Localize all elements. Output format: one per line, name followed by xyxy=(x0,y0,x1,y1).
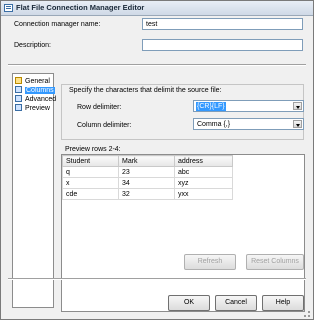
table-row: x 34 xyz xyxy=(62,177,233,189)
dialog-client: Connection manager name: test Descriptio… xyxy=(2,16,312,319)
nav-item-general[interactable]: General xyxy=(15,77,53,86)
general-page-icon xyxy=(15,77,22,84)
column-header[interactable]: Student xyxy=(62,155,119,167)
column-delimiter-select[interactable]: Comma {,} xyxy=(193,118,304,130)
table-cell[interactable]: 32 xyxy=(118,188,175,200)
dialog-window: Flat File Connection Manager Editor Conn… xyxy=(0,0,314,320)
connection-manager-icon xyxy=(4,4,13,12)
delimiter-group-caption: Specify the characters that delimit the … xyxy=(67,87,224,94)
divider xyxy=(8,64,306,66)
page-nav-list: General Columns Advanced Preview xyxy=(12,73,56,308)
table-cell[interactable]: x xyxy=(62,177,119,189)
advanced-page-icon xyxy=(15,95,22,102)
name-label: Connection manager name: xyxy=(14,21,101,28)
preview-grid[interactable]: Student Mark address q 23 abc x 34 xyz c… xyxy=(61,154,305,312)
row-delimiter-select[interactable]: {CR}{LF} xyxy=(193,100,304,112)
chevron-down-icon xyxy=(296,106,300,109)
table-cell[interactable]: 23 xyxy=(118,166,175,178)
columns-page-icon xyxy=(15,86,22,93)
help-button[interactable]: Help xyxy=(262,295,304,311)
nav-item-advanced[interactable]: Advanced xyxy=(15,95,56,104)
name-field[interactable]: test xyxy=(142,18,303,30)
title-bar[interactable]: Flat File Connection Manager Editor xyxy=(1,1,313,16)
table-cell[interactable]: xyz xyxy=(174,177,233,189)
nav-item-columns[interactable]: Columns xyxy=(15,86,55,95)
column-delimiter-dropdown-button[interactable] xyxy=(293,120,302,128)
column-header[interactable]: address xyxy=(174,155,233,167)
header-row: Student Mark address xyxy=(62,155,233,167)
row-delimiter-label: Row delimiter: xyxy=(77,104,122,111)
column-delimiter-label: Column delimiter: xyxy=(77,122,132,129)
row-delimiter-value: {CR}{LF} xyxy=(196,102,226,111)
window-title: Flat File Connection Manager Editor xyxy=(16,3,145,12)
table-cell[interactable]: 34 xyxy=(118,177,175,189)
preview-page-icon xyxy=(15,104,22,111)
table-cell[interactable]: cde xyxy=(62,188,119,200)
column-header[interactable]: Mark xyxy=(118,155,175,167)
row-delimiter-dropdown-button[interactable] xyxy=(293,102,302,110)
resize-grip[interactable] xyxy=(304,311,310,317)
ok-button[interactable]: OK xyxy=(168,295,210,311)
table-cell[interactable]: yxx xyxy=(174,188,233,200)
chevron-down-icon xyxy=(296,124,300,127)
refresh-button[interactable]: Refresh xyxy=(184,254,236,270)
table-cell[interactable]: q xyxy=(62,166,119,178)
description-field[interactable] xyxy=(142,39,303,51)
divider xyxy=(8,278,306,280)
table-row: cde 32 yxx xyxy=(62,188,233,200)
nav-item-preview[interactable]: Preview xyxy=(15,104,53,113)
cancel-button[interactable]: Cancel xyxy=(215,295,257,311)
table-row: q 23 abc xyxy=(62,166,233,178)
preview-label: Preview rows 2-4: xyxy=(65,146,121,153)
reset-columns-button[interactable]: Reset Columns xyxy=(246,254,304,270)
preview-table: Student Mark address q 23 abc x 34 xyz c… xyxy=(62,155,233,200)
column-delimiter-value: Comma {,} xyxy=(197,121,231,128)
table-cell[interactable]: abc xyxy=(174,166,233,178)
description-label: Description: xyxy=(14,42,51,49)
